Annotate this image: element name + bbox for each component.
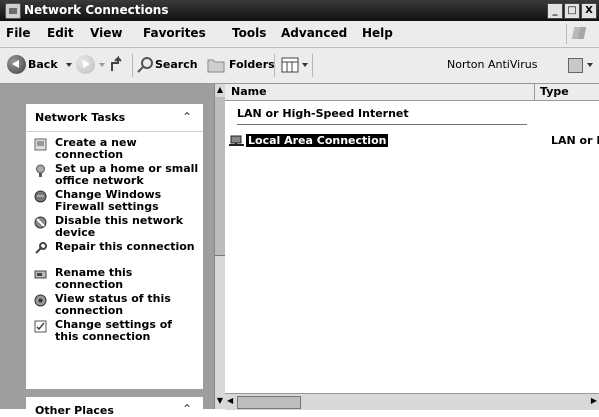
menu-help[interactable]: Help (362, 26, 393, 40)
group-divider (237, 124, 527, 125)
toolbar-separator (274, 54, 275, 77)
up-folder-icon[interactable] (110, 55, 126, 73)
task-firewall-settings[interactable]: Change Windows Firewall settings (34, 189, 199, 213)
norton-dropdown-icon[interactable] (587, 63, 593, 67)
task-label: Set up a home or small office network (55, 162, 199, 187)
network-connections-icon (5, 3, 21, 19)
toolbar-separator (312, 54, 313, 77)
column-type[interactable]: Type (540, 85, 569, 98)
task-label: Change Windows Firewall settings (55, 188, 162, 213)
scroll-left-arrow-icon[interactable]: ◀ (227, 396, 233, 405)
windows-logo-icon (566, 24, 591, 44)
collapse-chevron-icon[interactable]: ⌃ (182, 402, 192, 416)
close-button[interactable]: X (581, 3, 597, 19)
collapse-chevron-icon[interactable]: ⌃ (182, 110, 192, 124)
local-area-connection-item[interactable]: Local Area Connection (246, 134, 389, 147)
forward-arrow-icon[interactable] (76, 55, 95, 74)
column-header: Name Type (225, 84, 599, 101)
scroll-up-arrow-icon[interactable]: ▲ (215, 84, 225, 96)
folders-button[interactable]: Folders (229, 58, 275, 71)
task-rename-connection[interactable]: Rename this connection (34, 267, 199, 291)
task-view-status[interactable]: View status of this connection (34, 293, 199, 317)
column-name[interactable]: Name (231, 85, 267, 98)
views-icon[interactable] (281, 57, 299, 73)
task-label: Change settings of this connection (55, 318, 173, 343)
network-tasks-title: Network Tasks (35, 111, 126, 124)
menu-edit[interactable]: Edit (47, 26, 74, 40)
network-tasks-header[interactable]: Network Tasks ⌃ (26, 104, 203, 132)
maximize-button[interactable]: □ (564, 3, 580, 19)
task-pane-scrollbar[interactable]: ▲ ▼ (214, 84, 225, 409)
rename-icon (34, 268, 47, 281)
task-change-settings[interactable]: Change settings of this connection (34, 319, 199, 343)
connections-list: Name Type LAN or High-Speed Internet Loc… (225, 84, 599, 409)
back-button[interactable]: Back (28, 58, 58, 71)
menu-tools[interactable]: Tools (232, 26, 266, 40)
scroll-right-arrow-icon[interactable]: ▶ (591, 396, 597, 405)
repair-icon (34, 242, 47, 255)
search-button[interactable]: Search (155, 58, 198, 71)
other-places-panel: Other Places ⌃ (26, 389, 203, 417)
norton-antivirus-button[interactable]: Norton AntiVirus (447, 58, 537, 71)
task-label: Create a new connection (55, 136, 137, 161)
firewall-icon (34, 190, 47, 203)
views-dropdown-icon[interactable] (302, 63, 308, 67)
menu-view[interactable]: View (90, 26, 122, 40)
norton-icon[interactable] (568, 58, 583, 73)
task-repair-connection[interactable]: Repair this connection (34, 241, 199, 255)
task-home-network[interactable]: Set up a home or small office network (34, 163, 199, 187)
task-disable-device[interactable]: Disable this network device (34, 215, 199, 239)
network-tasks-panel: Network Tasks ⌃ Create a new connection … (26, 104, 203, 391)
menu-favorites[interactable]: Favorites (143, 26, 206, 40)
group-header: LAN or High-Speed Internet (237, 107, 409, 120)
toolbar-separator (132, 54, 133, 77)
menu-file[interactable]: File (6, 26, 31, 40)
back-dropdown-icon[interactable] (66, 63, 72, 67)
menu-advanced[interactable]: Advanced (281, 26, 347, 40)
window-controls: _ □ X (547, 3, 597, 19)
lan-connection-icon[interactable] (229, 133, 245, 147)
other-places-title: Other Places (35, 404, 114, 417)
task-label: Repair this connection (55, 240, 195, 253)
title-bar: Network Connections _ □ X (0, 0, 599, 21)
task-label: View status of this connection (55, 292, 171, 317)
scroll-thumb[interactable] (237, 396, 301, 409)
settings-icon (34, 320, 47, 333)
toolbar: Back Search Folders Norton AntiVirus (0, 48, 599, 84)
task-pane: Network Tasks ⌃ Create a new connection … (0, 84, 214, 417)
minimize-button[interactable]: _ (547, 3, 563, 19)
connection-type-cell: LAN or Hi (551, 134, 599, 147)
horizontal-scrollbar[interactable]: ◀ ▶ (225, 393, 599, 410)
other-places-header[interactable]: Other Places ⌃ (26, 397, 203, 417)
column-divider[interactable] (534, 84, 535, 100)
scroll-down-arrow-icon[interactable]: ▼ (215, 395, 225, 407)
back-arrow-icon[interactable] (7, 55, 26, 74)
search-icon[interactable] (137, 56, 155, 74)
status-icon (34, 294, 47, 307)
task-label: Rename this connection (55, 266, 133, 291)
home-network-icon (34, 164, 47, 177)
scroll-thumb[interactable] (215, 97, 225, 256)
task-label: Disable this network device (55, 214, 184, 239)
disable-icon (34, 216, 47, 229)
window-title: Network Connections (24, 3, 169, 17)
folders-icon[interactable] (207, 57, 225, 73)
new-connection-icon (34, 138, 47, 151)
task-create-connection[interactable]: Create a new connection (34, 137, 199, 161)
menu-bar: File Edit View Favorites Tools Advanced … (0, 21, 599, 48)
forward-dropdown-icon[interactable] (99, 63, 105, 67)
